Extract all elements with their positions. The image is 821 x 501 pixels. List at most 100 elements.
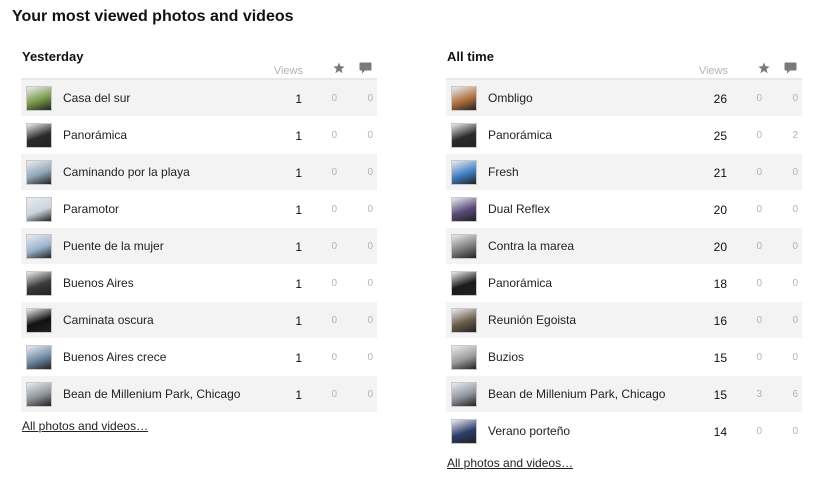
photo-thumbnail[interactable] (26, 197, 52, 222)
list-item[interactable]: Caminando por la playa 1 0 0 (21, 154, 377, 191)
view-count: 1 (295, 203, 302, 217)
page-title: Your most viewed photos and videos (12, 8, 294, 25)
list-item[interactable]: Panorámica 1 0 0 (21, 117, 377, 154)
photo-thumbnail[interactable] (451, 160, 477, 185)
photo-thumbnail[interactable] (451, 123, 477, 148)
photo-thumbnail[interactable] (26, 308, 52, 333)
panel-title: Yesterday (22, 49, 84, 64)
comment-count: 0 (792, 204, 798, 215)
favorite-count: 0 (331, 167, 337, 178)
comment-count: 0 (367, 130, 373, 141)
comment-count: 0 (792, 93, 798, 104)
photo-title-link[interactable]: Buenos Aires (63, 265, 283, 302)
list-item[interactable]: Bean de Millenium Park, Chicago 1 0 0 (21, 376, 377, 413)
photo-thumbnail[interactable] (26, 271, 52, 296)
comment-count: 0 (792, 426, 798, 437)
view-count: 20 (713, 240, 727, 254)
photo-title-link[interactable]: Panorámica (63, 117, 283, 154)
photo-thumbnail[interactable] (451, 197, 477, 222)
photo-title-link[interactable]: Dual Reflex (488, 191, 708, 228)
comment-count: 0 (367, 389, 373, 400)
favorite-count: 0 (331, 241, 337, 252)
list-item[interactable]: Buenos Aires crece 1 0 0 (21, 339, 377, 376)
comment-count: 2 (792, 130, 798, 141)
photo-title-link[interactable]: Casa del sur (63, 80, 283, 117)
yesterday-panel: Yesterday Views Casa del sur 1 0 0 Panorámic… (21, 48, 377, 435)
photo-title-link[interactable]: Reunión Egoista (488, 302, 708, 339)
favorite-count: 0 (331, 352, 337, 363)
view-count: 1 (295, 351, 302, 365)
views-column-header: Views (698, 65, 728, 77)
view-count: 18 (713, 277, 727, 291)
photo-title-link[interactable]: Caminata oscura (63, 302, 283, 339)
photo-thumbnail[interactable] (451, 308, 477, 333)
all-time-panel: All time Views Ombligo 26 0 0 Panorámica 25 0 2… (446, 48, 802, 472)
list-item[interactable]: Panorámica 18 0 0 (446, 265, 802, 302)
photo-title-link[interactable]: Paramotor (63, 191, 283, 228)
favorite-count: 0 (756, 315, 762, 326)
list-item[interactable]: Verano porteño 14 0 0 (446, 413, 802, 450)
list-item[interactable]: Bean de Millenium Park, Chicago 15 3 6 (446, 376, 802, 413)
favorite-count: 0 (756, 241, 762, 252)
list-item[interactable]: Puente de la mujer 1 0 0 (21, 228, 377, 265)
list-item[interactable]: Buzios 15 0 0 (446, 339, 802, 376)
photo-title-link[interactable]: Bean de Millenium Park, Chicago (63, 376, 283, 413)
photo-thumbnail[interactable] (451, 234, 477, 259)
photo-title-link[interactable]: Puente de la mujer (63, 228, 283, 265)
views-column-header: Views (273, 65, 303, 77)
view-count: 1 (295, 166, 302, 180)
comment-count: 0 (792, 241, 798, 252)
favorite-count: 0 (756, 204, 762, 215)
comment-icon (359, 62, 372, 74)
list-item[interactable]: Buenos Aires 1 0 0 (21, 265, 377, 302)
photo-title-link[interactable]: Verano porteño (488, 413, 708, 450)
photo-thumbnail[interactable] (451, 345, 477, 370)
list-item[interactable]: Reunión Egoista 16 0 0 (446, 302, 802, 339)
comment-count: 0 (792, 352, 798, 363)
photo-thumbnail[interactable] (26, 345, 52, 370)
star-icon (333, 62, 345, 74)
list-item[interactable]: Panorámica 25 0 2 (446, 117, 802, 154)
photo-title-link[interactable]: Bean de Millenium Park, Chicago (488, 376, 708, 413)
photo-title-link[interactable]: Ombligo (488, 80, 708, 117)
comment-count: 6 (792, 389, 798, 400)
photo-title-link[interactable]: Buenos Aires crece (63, 339, 283, 376)
list-item[interactable]: Caminata oscura 1 0 0 (21, 302, 377, 339)
photo-thumbnail[interactable] (26, 160, 52, 185)
comment-count: 0 (367, 352, 373, 363)
photo-title-link[interactable]: Buzios (488, 339, 708, 376)
photo-thumbnail[interactable] (451, 419, 477, 444)
photo-thumbnail[interactable] (26, 86, 52, 111)
photo-thumbnail[interactable] (451, 86, 477, 111)
all-photos-link[interactable]: All photos and videos… (447, 456, 573, 470)
view-count: 1 (295, 129, 302, 143)
view-count: 14 (713, 425, 727, 439)
comment-count: 0 (367, 241, 373, 252)
comment-count: 0 (367, 315, 373, 326)
comment-count: 0 (792, 315, 798, 326)
favorite-count: 0 (756, 278, 762, 289)
comment-count: 0 (792, 167, 798, 178)
photo-thumbnail[interactable] (451, 382, 477, 407)
all-photos-link[interactable]: All photos and videos… (22, 419, 148, 433)
list-item[interactable]: Contra la marea 20 0 0 (446, 228, 802, 265)
photo-thumbnail[interactable] (26, 382, 52, 407)
photo-title-link[interactable]: Caminando por la playa (63, 154, 283, 191)
favorite-count: 0 (756, 130, 762, 141)
photo-title-link[interactable]: Contra la marea (488, 228, 708, 265)
photo-title-link[interactable]: Panorámica (488, 117, 708, 154)
list-item[interactable]: Casa del sur 1 0 0 (21, 80, 377, 117)
all-time-header: All time Views (446, 48, 802, 80)
comment-count: 0 (367, 278, 373, 289)
photo-thumbnail[interactable] (451, 271, 477, 296)
list-item[interactable]: Dual Reflex 20 0 0 (446, 191, 802, 228)
list-item[interactable]: Paramotor 1 0 0 (21, 191, 377, 228)
photo-thumbnail[interactable] (26, 234, 52, 259)
all-time-list: Ombligo 26 0 0 Panorámica 25 0 2 Fresh 21 0 0 Dual R… (446, 80, 802, 450)
photo-title-link[interactable]: Fresh (488, 154, 708, 191)
list-item[interactable]: Ombligo 26 0 0 (446, 80, 802, 117)
photo-thumbnail[interactable] (26, 123, 52, 148)
comment-count: 0 (367, 167, 373, 178)
photo-title-link[interactable]: Panorámica (488, 265, 708, 302)
list-item[interactable]: Fresh 21 0 0 (446, 154, 802, 191)
